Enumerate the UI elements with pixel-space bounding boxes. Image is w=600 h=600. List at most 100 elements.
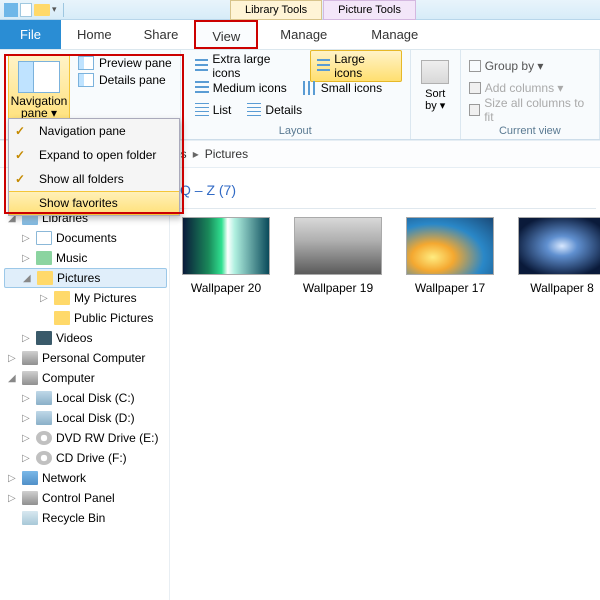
tree-dvd[interactable]: ▷DVD RW Drive (E:)	[4, 428, 167, 448]
file-name-label: Wallpaper 19	[303, 281, 373, 295]
tree-cd-label: CD Drive (F:)	[56, 451, 127, 465]
disk-icon	[36, 411, 52, 425]
menu-show-favorites[interactable]: Show favorites	[9, 191, 179, 215]
qa-separator	[63, 3, 64, 17]
preview-pane-icon	[78, 56, 94, 70]
details-pane-button[interactable]: Details pane	[78, 73, 172, 87]
folder-icon	[54, 291, 70, 305]
thumbnail-grid: Wallpaper 20 Wallpaper 19 Wallpaper 17 W…	[174, 217, 596, 295]
tree-disk-c-label: Local Disk (C:)	[56, 391, 135, 405]
tree-disk-d[interactable]: ▷Local Disk (D:)	[4, 408, 167, 428]
sort-group: Sort by ▾	[411, 50, 461, 139]
navigation-tree: ◢Libraries ▷Documents ▷Music ◢Pictures ▷…	[0, 168, 170, 600]
tree-network-label: Network	[42, 471, 86, 485]
tree-my-pictures[interactable]: ▷My Pictures	[4, 288, 167, 308]
tree-personal-computer[interactable]: ▷Personal Computer	[4, 348, 167, 368]
layout-list[interactable]: List	[189, 102, 238, 118]
qa-icon-2[interactable]	[20, 3, 32, 17]
tree-dvd-label: DVD RW Drive (E:)	[56, 431, 158, 445]
tree-documents-label: Documents	[56, 231, 117, 245]
det-label: Details	[265, 103, 302, 117]
tree-disk-d-label: Local Disk (D:)	[56, 411, 135, 425]
menu-navigation-pane[interactable]: ✓Navigation pane	[9, 119, 179, 143]
tree-control-panel[interactable]: ▷Control Panel	[4, 488, 167, 508]
tree-pictures[interactable]: ◢Pictures	[4, 268, 167, 288]
xl-label: Extra large icons	[212, 52, 299, 80]
tab-share[interactable]: Share	[128, 20, 195, 49]
lg-icon	[317, 59, 331, 73]
file-item[interactable]: Wallpaper 17	[406, 217, 494, 295]
file-item[interactable]: Wallpaper 20	[182, 217, 270, 295]
menu-show-all-folders[interactable]: ✓ Show all folders	[9, 167, 179, 191]
tab-manage-library[interactable]: Manage	[258, 20, 349, 49]
ribbon: Navigation pane ▾ Preview pane Details p…	[0, 50, 600, 140]
sort-icon	[421, 60, 449, 84]
tree-videos-label: Videos	[56, 331, 92, 345]
current-view-group: Group by ▾ Add columns ▾ Size all column…	[461, 50, 600, 139]
tab-view[interactable]: View	[194, 20, 258, 49]
navigation-pane-label: Navigation pane ▾	[9, 95, 69, 119]
videos-icon	[36, 331, 52, 345]
md-label: Medium icons	[213, 81, 287, 95]
sort-by-button[interactable]: Sort by ▾	[419, 88, 452, 112]
ctx-library-tools[interactable]: Library Tools	[230, 0, 322, 20]
tab-file[interactable]: File	[0, 20, 61, 49]
group-header[interactable]: Q – Z (7)	[174, 178, 596, 209]
size-columns-label: Size all columns to fit	[484, 96, 591, 124]
file-item[interactable]: Wallpaper 19	[294, 217, 382, 295]
size-columns-icon	[469, 104, 480, 116]
size-columns-button[interactable]: Size all columns to fit	[469, 99, 591, 121]
thumbnail-icon	[518, 217, 600, 275]
file-item[interactable]: Wallpaper 8	[518, 217, 600, 295]
tree-cd[interactable]: ▷CD Drive (F:)	[4, 448, 167, 468]
tree-cpanel-label: Control Panel	[42, 491, 115, 505]
navigation-pane-icon	[18, 61, 60, 93]
menu-show-all-label: Show all folders	[39, 172, 124, 186]
tree-personal-label: Personal Computer	[42, 351, 145, 365]
navigation-pane-button[interactable]: Navigation pane ▾	[8, 54, 70, 124]
layout-group: Extra large icons Large icons Medium ico…	[181, 50, 411, 139]
tree-disk-c[interactable]: ▷Local Disk (C:)	[4, 388, 167, 408]
recycle-bin-icon	[22, 511, 38, 525]
sm-label: Small icons	[321, 81, 382, 95]
menu-expand-folder[interactable]: ✓Expand to open folder	[9, 143, 179, 167]
layout-small[interactable]: Small icons	[297, 80, 388, 96]
tree-music-label: Music	[56, 251, 87, 265]
qa-folder-icon[interactable]	[34, 4, 50, 16]
tab-manage-picture[interactable]: Manage	[349, 20, 440, 49]
pictures-icon	[37, 271, 53, 285]
file-list-area: Q – Z (7) Wallpaper 20 Wallpaper 19 Wall…	[170, 168, 600, 600]
check-icon: ✓	[15, 148, 29, 162]
breadcrumb-pictures[interactable]: Pictures	[205, 147, 248, 161]
list-icon	[195, 103, 209, 117]
tree-documents[interactable]: ▷Documents	[4, 228, 167, 248]
disk-icon	[36, 391, 52, 405]
tab-home[interactable]: Home	[61, 20, 128, 49]
current-view-group-label: Current view	[461, 125, 599, 137]
lg-label: Large icons	[334, 52, 395, 80]
list-label: List	[213, 103, 232, 117]
thumbnail-icon	[182, 217, 270, 275]
tree-videos[interactable]: ▷Videos	[4, 328, 167, 348]
tree-music[interactable]: ▷Music	[4, 248, 167, 268]
details-pane-icon	[78, 73, 94, 87]
folder-icon	[54, 311, 70, 325]
tree-bin-label: Recycle Bin	[42, 511, 105, 525]
tree-public-pictures[interactable]: Public Pictures	[4, 308, 167, 328]
qa-dropdown-icon[interactable]: ▾	[52, 4, 57, 15]
pc-icon	[22, 351, 38, 365]
chevron-right-icon: ▸	[193, 147, 199, 161]
group-by-button[interactable]: Group by ▾	[469, 55, 591, 77]
tree-computer[interactable]: ◢Computer	[4, 368, 167, 388]
check-icon: ✓	[15, 124, 29, 138]
ctx-picture-tools[interactable]: Picture Tools	[323, 0, 416, 20]
preview-pane-button[interactable]: Preview pane	[78, 56, 172, 70]
layout-details[interactable]: Details	[241, 102, 308, 118]
ribbon-tabs: File Home Share View Manage Manage	[0, 20, 600, 50]
layout-medium[interactable]: Medium icons	[189, 80, 293, 96]
tree-recycle-bin[interactable]: Recycle Bin	[4, 508, 167, 528]
qa-icon-1[interactable]	[4, 3, 18, 17]
check-icon: ✓	[15, 172, 29, 186]
group-by-label: Group by ▾	[485, 59, 544, 73]
tree-network[interactable]: ▷Network	[4, 468, 167, 488]
